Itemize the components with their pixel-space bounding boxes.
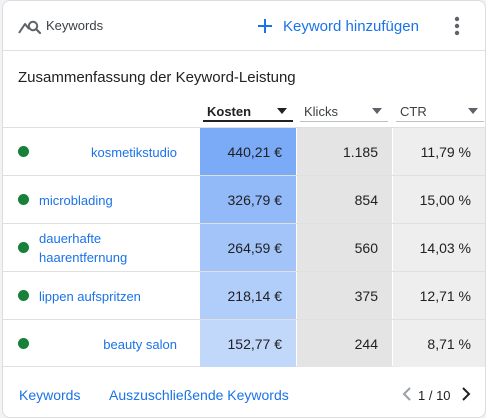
more-options-icon[interactable] bbox=[447, 14, 467, 38]
table-row: dauerhafte haarentfernung 264,59 €560 14,0… bbox=[3, 223, 485, 271]
keyword-link[interactable]: dauerhafte haarentfernung bbox=[39, 224, 149, 272]
column-header-ctr[interactable]: CTR bbox=[396, 101, 484, 122]
dropdown-caret-icon bbox=[372, 108, 382, 114]
cost-cell: 218,14 € bbox=[200, 272, 296, 319]
chevron-left-icon[interactable] bbox=[401, 385, 413, 403]
status-enabled-icon bbox=[18, 338, 29, 349]
column-header-clicks[interactable]: Klicks bbox=[300, 101, 388, 122]
ctr-cell: 12,71 % bbox=[393, 272, 485, 319]
negative-keywords-link[interactable]: Auszuschließende Keywords bbox=[109, 387, 289, 403]
table-row: kosmetikstudio 440,21 €1.185 11,79 % bbox=[3, 127, 485, 175]
keyword-link[interactable]: microblading bbox=[39, 176, 189, 224]
dropdown-caret-icon bbox=[468, 108, 478, 114]
clicks-cell: 375 bbox=[297, 272, 392, 319]
plus-icon bbox=[258, 19, 272, 33]
column-label-cost: Kosten bbox=[207, 104, 252, 119]
sort-caret-icon bbox=[277, 108, 287, 114]
ctr-cell: 8,71 % bbox=[393, 320, 485, 367]
chevron-right-icon[interactable] bbox=[460, 385, 472, 403]
ctr-cell: 15,00 % bbox=[393, 176, 485, 223]
table-row: microblading 326,79 €854 15,00 % bbox=[3, 175, 485, 223]
keywords-card: Keywords Keyword hinzufügen Zusammenfass… bbox=[2, 0, 486, 418]
keyword-link[interactable]: kosmetikstudio bbox=[39, 128, 189, 176]
table-row: lippen aufspritzen 218,14 €375 12,71 % bbox=[3, 271, 485, 319]
status-enabled-icon bbox=[18, 194, 29, 205]
pagination-indicator: 1 / 10 bbox=[418, 388, 451, 403]
column-label-clicks: Klicks bbox=[304, 104, 338, 119]
add-keyword-button[interactable]: Keyword hinzufügen bbox=[257, 13, 419, 39]
keyword-search-icon bbox=[18, 20, 41, 35]
cost-cell: 440,21 € bbox=[200, 128, 296, 175]
status-enabled-icon bbox=[18, 242, 29, 253]
status-enabled-icon bbox=[18, 146, 29, 157]
clicks-cell: 244 bbox=[297, 320, 392, 367]
card-title: Keywords bbox=[46, 18, 104, 33]
cost-cell: 264,59 € bbox=[200, 224, 296, 271]
card-header: Keywords Keyword hinzufügen bbox=[3, 1, 485, 51]
section-title: Zusammenfassung der Keyword-Leistung bbox=[18, 69, 296, 86]
cost-cell: 152,77 € bbox=[200, 320, 296, 367]
keywords-link[interactable]: Keywords bbox=[19, 387, 80, 403]
ctr-cell: 11,79 % bbox=[393, 128, 485, 175]
keyword-link[interactable]: beauty salon bbox=[39, 320, 189, 368]
add-keyword-label: Keyword hinzufügen bbox=[283, 17, 419, 35]
ctr-cell: 14,03 % bbox=[393, 224, 485, 271]
card-footer: Keywords Auszuschließende Keywords 1 / 1… bbox=[3, 373, 485, 417]
clicks-cell: 560 bbox=[297, 224, 392, 271]
cost-cell: 326,79 € bbox=[200, 176, 296, 223]
keyword-link[interactable]: lippen aufspritzen bbox=[39, 272, 189, 320]
column-label-ctr: CTR bbox=[400, 104, 427, 119]
clicks-cell: 1.185 bbox=[297, 128, 392, 175]
column-header-cost[interactable]: Kosten bbox=[203, 101, 293, 122]
clicks-cell: 854 bbox=[297, 176, 392, 223]
status-enabled-icon bbox=[18, 290, 29, 301]
table-row: beauty salon 152,77 €244 8,71 % bbox=[3, 319, 485, 367]
